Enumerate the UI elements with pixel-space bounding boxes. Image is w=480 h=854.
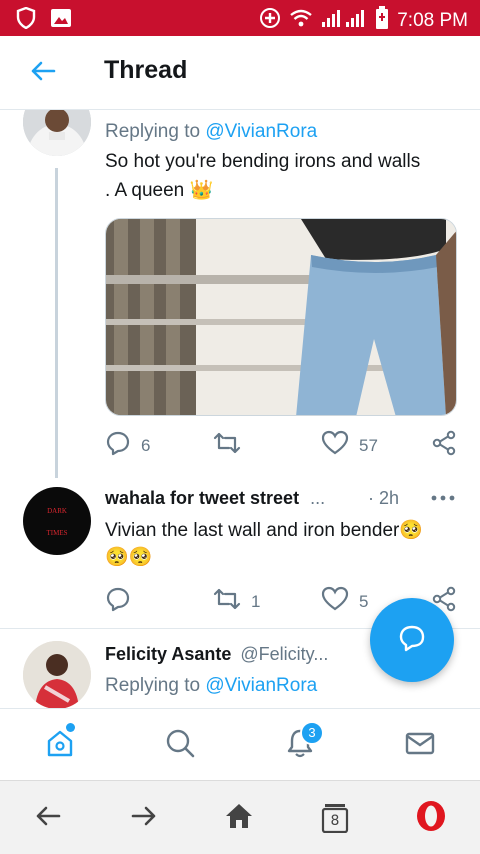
compose-reply-button[interactable] xyxy=(370,598,454,682)
like-button[interactable]: 57 xyxy=(321,430,378,461)
tweet-text-line-1: Vivian the last wall and iron bender🥺 xyxy=(105,520,423,541)
page-title: Thread xyxy=(104,56,188,84)
browser-back-button[interactable] xyxy=(31,801,65,835)
browser-forward-icon xyxy=(130,804,158,833)
signal-icon xyxy=(321,8,367,33)
mention-link[interactable]: @VivianRora xyxy=(205,675,317,696)
reply-button[interactable]: 6 xyxy=(105,430,150,461)
thread-header: Thread xyxy=(0,36,480,110)
image-icon xyxy=(50,7,72,34)
browser-home-button[interactable] xyxy=(222,801,256,835)
avatar-text: DARK xyxy=(47,507,67,515)
avatar[interactable] xyxy=(23,110,91,156)
retweet-button[interactable] xyxy=(213,430,251,461)
tab-search[interactable] xyxy=(162,727,198,763)
tab-messages[interactable] xyxy=(402,727,438,763)
reply-count: 6 xyxy=(141,435,151,455)
bottom-tab-bar: 3 xyxy=(0,708,480,780)
browser-forward-button[interactable] xyxy=(127,801,161,835)
tweet-text-line-2: . A queen 👑 xyxy=(105,180,214,201)
wifi-icon xyxy=(289,8,313,33)
like-button[interactable]: 5 xyxy=(321,586,368,617)
status-bar: 7:08 PM xyxy=(0,0,480,36)
browser-tabs-button[interactable]: 8 xyxy=(318,801,352,835)
replying-to: Replying to @VivianRora xyxy=(105,121,318,142)
replying-to: Replying to @VivianRora xyxy=(105,675,318,696)
share-icon xyxy=(431,430,457,461)
tweet-time: · 2h xyxy=(368,488,400,508)
retweet-button[interactable]: 1 xyxy=(213,586,260,617)
search-icon xyxy=(164,727,196,764)
shield-icon xyxy=(16,6,36,34)
name-ellipsis: ... xyxy=(310,488,326,508)
reply-icon xyxy=(105,430,131,461)
avatar[interactable]: DARK TIMES xyxy=(23,487,91,555)
tweet-text-line-2: 🥺🥺 xyxy=(105,547,153,568)
mention-link[interactable]: @VivianRora xyxy=(205,121,317,142)
opera-menu-button[interactable] xyxy=(414,800,448,837)
status-time: 7:08 PM xyxy=(397,9,468,31)
like-icon xyxy=(321,586,349,617)
avatar[interactable] xyxy=(23,641,91,708)
browser-home-icon xyxy=(224,802,254,835)
browser-toolbar: 8 xyxy=(0,780,480,854)
author-name[interactable]: Felicity Asante xyxy=(105,644,231,664)
compose-reply-icon xyxy=(397,623,427,658)
home-unread-dot xyxy=(66,723,75,732)
more-button[interactable] xyxy=(430,488,456,513)
avatar-text: TIMES xyxy=(46,529,68,537)
retweet-icon xyxy=(213,430,241,461)
reply-button[interactable] xyxy=(105,586,141,617)
author-name[interactable]: wahala for tweet street xyxy=(105,488,299,508)
tweet-author-row: Felicity Asante @Felicity... xyxy=(105,644,328,665)
author-handle: @Felicity... xyxy=(240,644,329,664)
tabs-icon: 8 xyxy=(321,803,349,833)
hotspot-icon xyxy=(259,7,281,34)
browser-back-icon xyxy=(34,804,62,833)
like-count: 57 xyxy=(359,435,378,455)
like-count: 5 xyxy=(359,591,369,611)
retweet-count: 1 xyxy=(251,591,261,611)
opera-icon xyxy=(415,800,447,837)
tweet-photo[interactable] xyxy=(105,218,457,416)
reply-icon xyxy=(105,586,131,617)
tabs-count: 8 xyxy=(330,813,340,829)
share-button[interactable] xyxy=(431,430,457,461)
back-button[interactable] xyxy=(26,56,60,90)
home-icon xyxy=(44,727,76,764)
tweet-text-line-1: So hot you're bending irons and walls xyxy=(105,151,421,172)
back-arrow-icon xyxy=(30,60,56,87)
tab-home[interactable] xyxy=(42,727,78,763)
thread-line xyxy=(55,168,58,478)
notifications-badge: 3 xyxy=(300,721,324,745)
mail-icon xyxy=(404,727,436,764)
battery-icon xyxy=(375,6,389,35)
tweet-author-row: wahala for tweet street ... xyxy=(105,488,325,509)
tweet-actions: 6 57 xyxy=(105,430,457,460)
like-icon xyxy=(321,430,349,461)
retweet-icon xyxy=(213,586,241,617)
more-icon xyxy=(430,495,456,512)
